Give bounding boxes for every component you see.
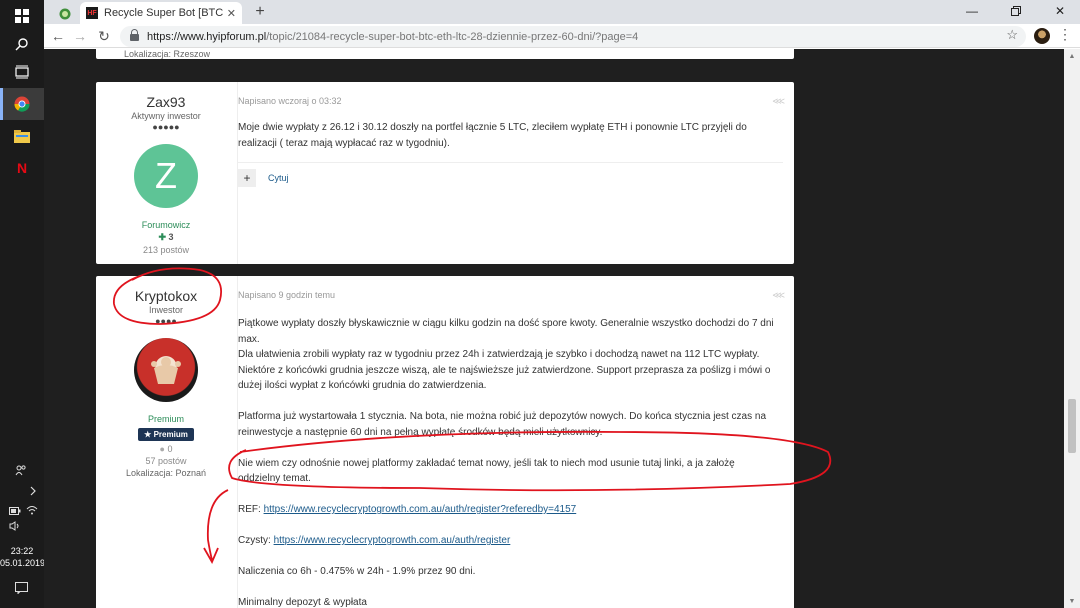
reputation-count: 0 [167, 444, 173, 454]
author-username[interactable]: Kryptokox [96, 288, 236, 304]
post-paragraph: Piątkowe wypłaty doszły błyskawicznie w … [238, 318, 774, 345]
post-card: Zax93 Aktywny inwestor ●●●●● Z Forumowic… [96, 82, 794, 264]
battery-icon[interactable] [9, 506, 21, 518]
post-content: Moje dwie wypłaty z 26.12 i 30.12 doszły… [238, 120, 778, 167]
premium-badge-label: Premium [153, 430, 188, 439]
pinned-tab-icon [59, 8, 71, 19]
windows-taskbar: N 23:22 05.01.2019 [0, 0, 45, 608]
reputation-badge: ✚ 3 [96, 232, 236, 243]
author-post-count: 57 postów [145, 456, 187, 466]
author-group: Premium [147, 414, 184, 424]
people-icon[interactable] [15, 464, 27, 479]
post-paragraph: Dla ułatwienia zrobili wypłaty raz w tyg… [238, 349, 771, 391]
site-favicon-icon: HF [86, 7, 98, 19]
post-author-panel: Zax93 Aktywny inwestor ●●●●● Z Forumowic… [96, 82, 236, 255]
scroll-down-icon[interactable]: ▼ [1064, 594, 1080, 608]
clock-date[interactable]: 05.01.2019 [0, 557, 45, 569]
author-rank: Aktywny inwestor [131, 111, 201, 121]
wifi-icon[interactable] [26, 505, 38, 518]
page-scrollbar[interactable]: ▲ ▼ [1064, 49, 1080, 608]
previous-post-location: Lokalizacja: Rzeszow [124, 49, 211, 59]
share-icon[interactable]: ⋘ [772, 96, 785, 107]
author-rank: Inwestor [148, 305, 183, 315]
url-path: /topic/21084-recycle-super-bot-btc-eth-l… [266, 30, 639, 43]
bookmark-star-icon[interactable]: ☆ [1006, 27, 1018, 43]
profile-avatar[interactable] [1034, 28, 1050, 44]
post-card: Kryptokox Inwestor ●●●● Premium ★ Premiu… [96, 276, 794, 608]
clean-link[interactable]: https://www.recyclecryptogrowth.com.au/a… [274, 535, 511, 546]
post-date[interactable]: Napisano wczoraj o 03:32 [238, 96, 342, 106]
avatar[interactable] [134, 338, 198, 402]
pinned-tab[interactable] [52, 3, 78, 24]
close-icon[interactable]: ✕ [227, 7, 236, 20]
task-view-icon[interactable] [0, 56, 44, 88]
post-body: Napisano wczoraj o 03:32 ⋘ Moje dwie wyp… [237, 82, 793, 264]
avatar[interactable]: Z [134, 144, 198, 208]
close-window-button[interactable]: ✕ [1040, 0, 1080, 22]
browser-menu-icon[interactable]: ⋮ [1058, 26, 1072, 43]
minimize-button[interactable]: — [952, 0, 992, 22]
quote-button[interactable]: Cytuj [268, 173, 289, 183]
new-tab-button[interactable]: + [250, 2, 270, 22]
post-paragraph: Platforma już wystartowała 1 stycznia. N… [238, 411, 767, 438]
tab-active[interactable]: HF Recycle Super Bot [BTC, ETH, LTC] ✕ [80, 2, 242, 24]
clean-label: Czysty: [238, 535, 271, 546]
post-paragraph: Minimalny depozyt & wypłata [238, 597, 367, 608]
back-arrow-icon[interactable]: ← [48, 26, 68, 46]
rank-pips: ●●●● [155, 316, 177, 326]
reputation-badge: ● 0 [96, 444, 236, 454]
reputation-count: 3 [168, 232, 174, 242]
ref-line: REF: https://www.recyclecryptogrowth.com… [238, 502, 778, 518]
scrollbar-thumb[interactable] [1068, 399, 1076, 453]
post-date[interactable]: Napisano 9 godzin temu [238, 290, 335, 300]
clock-time[interactable]: 23:22 [0, 545, 44, 557]
browser-tab-strip: HF Recycle Super Bot [BTC, ETH, LTC] ✕ +… [44, 0, 1080, 24]
bodybuilder-avatar-icon [151, 357, 181, 384]
star-icon: ★ [144, 430, 152, 439]
plus-circle-icon: ✚ [158, 232, 166, 242]
share-icon[interactable]: ⋘ [772, 290, 785, 301]
post-paragraph: Naliczenia co 6h - 0.475% w 24h - 1.9% p… [238, 566, 476, 577]
author-group: Forumowicz [141, 220, 191, 230]
add-reaction-button[interactable]: + [238, 168, 256, 187]
url-host: https://www.hyipforum.pl [147, 30, 267, 43]
author-username[interactable]: Zax93 [96, 94, 236, 110]
file-explorer-icon[interactable] [0, 120, 44, 152]
chevron-up-icon[interactable] [29, 486, 37, 499]
neutral-circle-icon: ● [159, 444, 165, 454]
scroll-up-icon[interactable]: ▲ [1064, 49, 1080, 63]
volume-icon[interactable] [9, 521, 21, 534]
reload-icon[interactable]: ↻ [94, 26, 114, 46]
rank-pips: ●●●●● [152, 122, 180, 132]
lock-icon [130, 29, 139, 41]
previous-post-card: Lokalizacja: Rzeszow [96, 49, 794, 59]
premium-badge: ★ Premium [96, 424, 236, 442]
author-post-count: 213 postów [142, 245, 190, 255]
post-body: Napisano 9 godzin temu ⋘ Piątkowe wypłat… [237, 276, 793, 608]
forward-arrow-icon[interactable]: → [70, 26, 90, 46]
browser-toolbar: ← → ↻ https://www.hyipforum.pl/topic/210… [44, 24, 1080, 48]
maximize-button[interactable] [996, 0, 1036, 22]
clean-link-line: Czysty: https://www.recyclecryptogrowth.… [238, 533, 778, 549]
netflix-icon[interactable]: N [0, 152, 44, 184]
author-location: Lokalizacja: Poznań [125, 468, 207, 478]
referral-link[interactable]: https://www.recyclecryptogrowth.com.au/a… [264, 504, 577, 515]
post-author-panel: Kryptokox Inwestor ●●●● Premium ★ Premiu… [96, 276, 236, 478]
chrome-icon[interactable] [0, 88, 44, 120]
ref-label: REF: [238, 504, 261, 515]
forum-page: Lokalizacja: Rzeszow Zax93 Aktywny inwes… [44, 49, 1064, 608]
post-content: Piątkowe wypłaty doszły błyskawicznie w … [238, 316, 778, 608]
post-actions: + Cytuj [238, 162, 783, 192]
post-text: Moje dwie wypłaty z 26.12 i 30.12 doszły… [238, 122, 747, 149]
post-paragraph: Nie wiem czy odnośnie nowej platformy za… [238, 457, 735, 485]
tab-title: Recycle Super Bot [BTC, ETH, LTC] [104, 7, 223, 19]
notifications-icon[interactable] [15, 582, 28, 597]
address-bar[interactable]: https://www.hyipforum.pl/topic/21084-rec… [120, 26, 1026, 47]
